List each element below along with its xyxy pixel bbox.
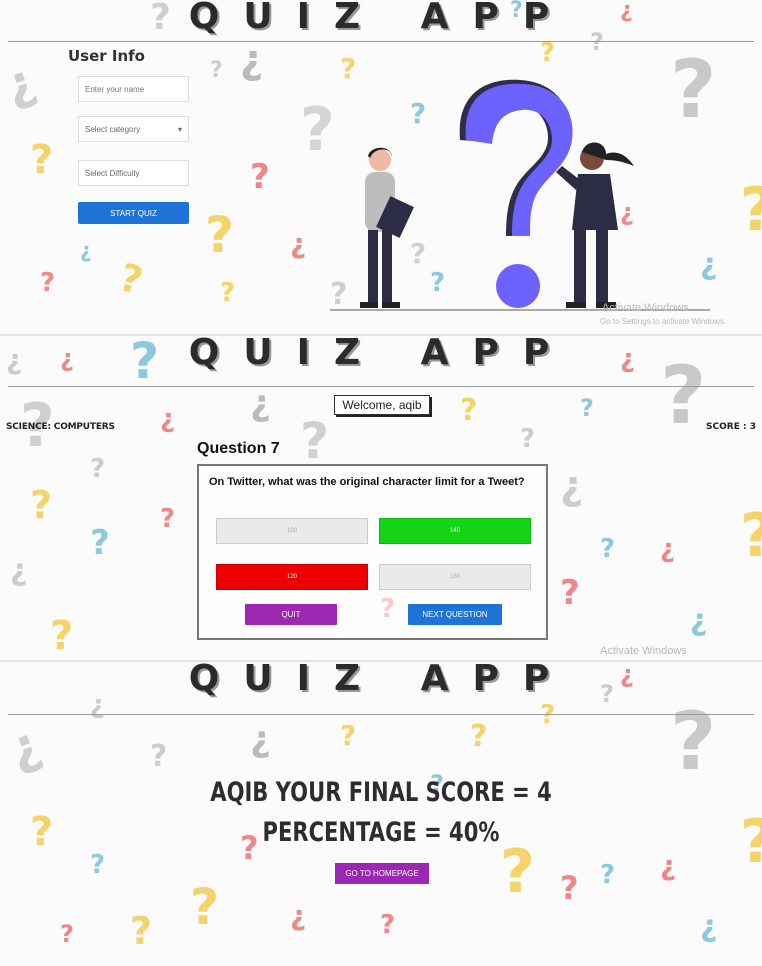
question-text: On Twitter, what was the original charac…	[209, 476, 525, 488]
category-label: SCIENCE: COMPUTERS	[6, 422, 115, 432]
chevron-down-icon: ▾	[177, 124, 182, 134]
illustration-woman-shoe-left	[566, 302, 586, 308]
name-field[interactable]	[78, 76, 189, 102]
answer-option-3[interactable]: 120	[216, 564, 368, 590]
difficulty-select[interactable]: Select Difficulty	[78, 160, 189, 186]
app-title: QUIZ APP	[188, 660, 574, 699]
answer-option-1[interactable]: 100	[216, 518, 368, 544]
percentage-text: PERCENTAGE = 40%	[262, 817, 500, 848]
answer-option-2[interactable]: 140	[379, 518, 531, 544]
activate-windows-subtext: Go to Settings to activate Windows.	[600, 317, 727, 326]
illustration-woman-leg-left	[574, 228, 586, 302]
title-divider	[8, 386, 754, 387]
go-to-homepage-button[interactable]: GO TO HOMEPAGE	[335, 863, 429, 884]
question-screen: ¿ ? ¿ ? ? ? ? ¿ ? ¿ ¿ ? ? ? ¿ ? ¿ ? ? ? …	[0, 334, 762, 660]
start-screen: ¿ ? ? ? ? ? ¿ ? ? ? ? ¿ ? ? ? ? ? ? ? ¿ …	[0, 0, 762, 334]
score-label: SCORE : 3	[706, 422, 756, 432]
welcome-banner: Welcome, aqib	[334, 395, 430, 415]
app-title: QUIZ APP	[188, 334, 574, 373]
user-info-heading: User Info	[68, 47, 145, 65]
category-select-label: Select category	[85, 124, 141, 134]
final-score-text: AQIB YOUR FINAL SCORE = 4	[210, 777, 552, 808]
name-input[interactable]	[85, 84, 182, 94]
illustration-man-leg-right	[382, 230, 392, 302]
title-divider	[8, 714, 754, 715]
question-card: On Twitter, what was the original charac…	[197, 464, 548, 640]
result-screen: ¿ ? ¿ ? ? ? ? ¿ ? ¿ ? ? ? ? ? ? ? ? ¿ ? …	[0, 660, 762, 966]
answer-option-4[interactable]: 160	[379, 564, 531, 590]
illustration-woman-arm	[556, 166, 580, 190]
start-quiz-button[interactable]: START QUIZ	[78, 202, 189, 224]
illustration-question-mark	[465, 83, 573, 236]
difficulty-select-label: Select Difficulty	[85, 168, 140, 178]
quiz-illustration	[330, 79, 710, 311]
illustration-question-dot	[496, 264, 540, 308]
activate-windows-watermark: Activate Windows	[600, 645, 687, 657]
activate-windows-watermark: Activate Windows	[602, 302, 689, 314]
question-number: Question 7	[197, 440, 280, 457]
next-question-button[interactable]: NEXT QUESTION	[408, 604, 502, 625]
illustration-man-leg-left	[368, 230, 378, 302]
quit-button[interactable]: QUIT	[245, 604, 337, 625]
illustration-man-shoe-left	[360, 302, 378, 308]
category-select[interactable]: Select category ▾	[78, 116, 189, 142]
illustration-woman-leg-right	[596, 228, 608, 302]
app-title: QUIZ APP	[188, 0, 574, 37]
illustration-man-shoe-right	[382, 302, 400, 308]
title-divider	[8, 41, 754, 42]
